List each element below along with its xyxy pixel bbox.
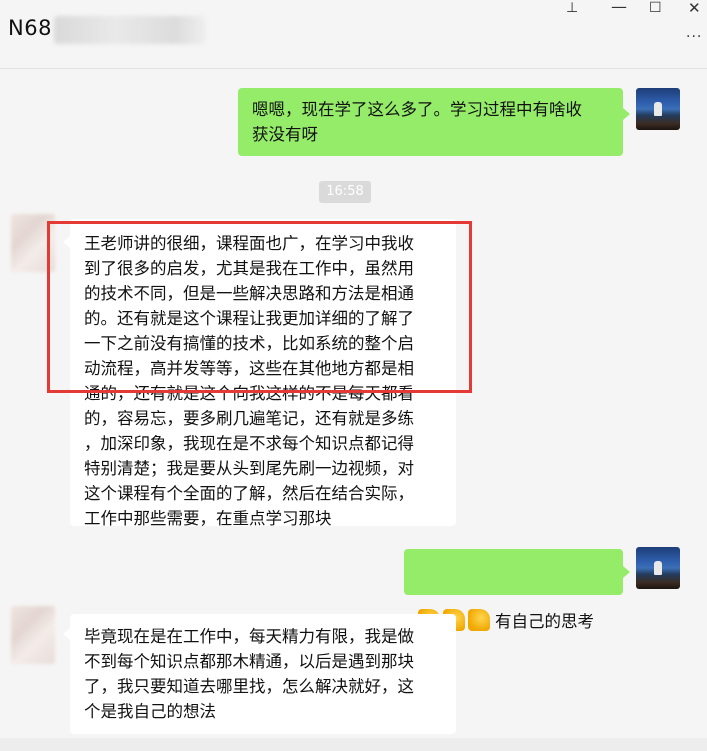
my-avatar[interactable]	[636, 547, 680, 589]
chat-bottom-edge	[0, 738, 707, 751]
chat-header: N68 ⊥ — ☐ ✕ ···	[0, 0, 707, 69]
close-icon[interactable]: ✕	[688, 0, 701, 17]
bubble-tail	[623, 566, 630, 578]
contact-avatar[interactable]	[11, 606, 55, 664]
minimize-icon[interactable]: —	[611, 0, 627, 16]
chat-title: N68	[8, 16, 52, 40]
thumbs-up-icon	[468, 609, 490, 631]
message-bubble-outgoing[interactable]: 有自己的思考	[404, 549, 623, 631]
pin-icon[interactable]: ⊥	[566, 0, 578, 16]
message-bubble-incoming[interactable]: 毕竟现在是在工作中，每天精力有限，我是做 不到每个知识点都那木精通，以后是遇到那…	[70, 614, 456, 734]
highlight-box	[47, 221, 472, 393]
bubble-tail	[623, 108, 630, 120]
bubble-tail	[63, 628, 70, 640]
message-bubble-outgoing[interactable]: 嗯嗯，现在学了这么多了。学习过程中有啥收 获没有呀	[238, 88, 623, 156]
blurred-title-redaction	[54, 16, 206, 44]
more-icon[interactable]: ···	[686, 29, 702, 45]
my-avatar[interactable]	[636, 88, 680, 130]
maximize-icon[interactable]: ☐	[649, 0, 662, 16]
message-timestamp: 16:58	[319, 181, 371, 203]
message-text: 有自己的思考	[495, 612, 594, 631]
